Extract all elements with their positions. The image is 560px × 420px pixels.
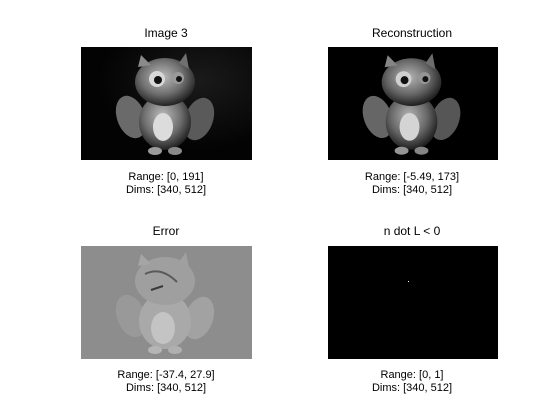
ndotl-mask-image <box>328 246 498 359</box>
error-image <box>81 246 252 359</box>
panel-range-image-3: Range: [0, 191] <box>128 171 204 183</box>
panel-range-error: Range: [-37.4, 27.9] <box>117 369 215 381</box>
panel-title-error: Error <box>152 224 180 238</box>
panel-range-reconstruction: Range: [-5.49, 173] <box>364 171 460 183</box>
owl-image-reconstruction <box>328 47 498 160</box>
panel-title-image-3: Image 3 <box>144 26 188 40</box>
panel-range-ndotl: Range: [0, 1] <box>380 369 444 381</box>
panel-title-reconstruction: Reconstruction <box>371 26 453 40</box>
panel-dims-error: Dims: [340, 512] <box>125 382 207 394</box>
panel-dims-image-3: Dims: [340, 512] <box>125 184 207 196</box>
panel-dims-reconstruction: Dims: [340, 512] <box>371 184 453 196</box>
owl-image-original <box>81 47 252 160</box>
panel-title-ndotl: n dot L < 0 <box>383 224 441 238</box>
panel-dims-ndotl: Dims: [340, 512] <box>371 382 453 394</box>
